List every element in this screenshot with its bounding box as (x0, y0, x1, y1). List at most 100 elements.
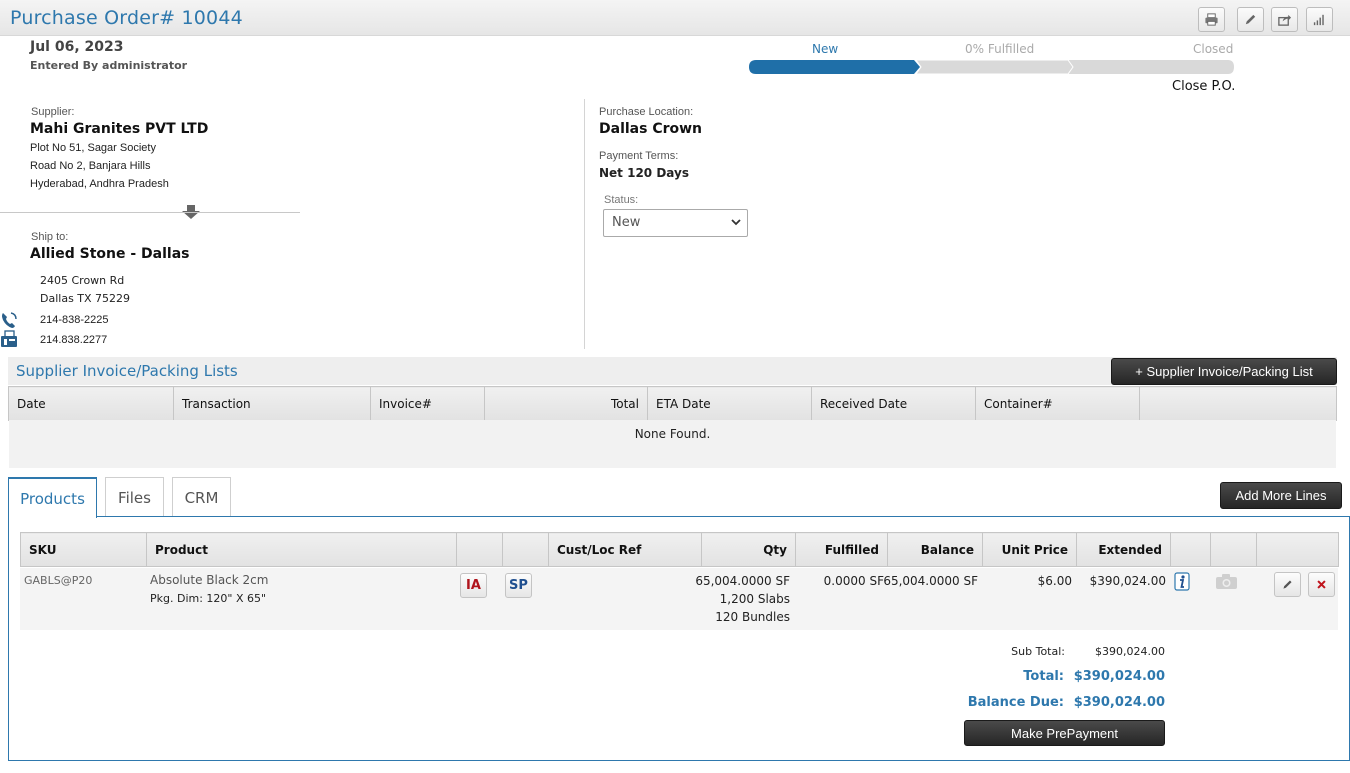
supplier-address-line: Hyderabad, Andhra Pradesh (30, 178, 169, 190)
supplier-label: Supplier: (31, 106, 75, 118)
total-value: $390,024.00 (1073, 669, 1165, 684)
fax-icon (1, 330, 17, 347)
ship-to-address-line: Dallas TX 75229 (40, 292, 131, 305)
progress-fulfilled-segment (915, 60, 1074, 74)
ship-to-address-line: 2405 Crown Rd (40, 274, 125, 287)
column-header (1210, 532, 1257, 567)
ia-button[interactable]: IA (460, 573, 487, 598)
print-button[interactable] (1198, 7, 1225, 32)
column-header[interactable]: Product (146, 532, 457, 567)
edit-line-button[interactable] (1274, 572, 1301, 597)
product-qty-bundles: 120 Bundles (715, 610, 790, 624)
delete-line-button[interactable] (1308, 572, 1335, 597)
status-select-value: New (612, 215, 641, 230)
close-po-link[interactable]: Close P.O. (1172, 79, 1235, 94)
column-header (502, 532, 549, 567)
stage-new: New (812, 42, 839, 56)
invoices-section-title: Supplier Invoice/Packing Lists (16, 362, 238, 380)
close-icon (1317, 580, 1326, 589)
entered-by: Entered By administrator (30, 59, 188, 72)
divider (0, 212, 300, 213)
info-icon[interactable] (1174, 572, 1190, 591)
add-invoice-button[interactable]: + Supplier Invoice/Packing List (1111, 358, 1337, 385)
printer-icon (1205, 13, 1218, 26)
ship-to-fax: 214.838.2277 (40, 334, 108, 346)
column-header (1256, 532, 1339, 567)
product-name[interactable]: Absolute Black 2cm (150, 573, 268, 587)
report-button[interactable] (1306, 7, 1333, 32)
chart-icon (1313, 14, 1324, 26)
progress-new-segment (749, 60, 920, 74)
phone-icon (2, 312, 17, 328)
product-pkg-dim: Pkg. Dim: 120" X 65" (150, 592, 267, 605)
invoices-table: Date Transaction Invoice# Total ETA Date… (8, 386, 1337, 421)
edit-button[interactable] (1237, 7, 1264, 32)
chevron-down-icon (731, 219, 741, 226)
column-header (1139, 386, 1337, 421)
column-header (1170, 532, 1211, 567)
column-header[interactable]: Invoice# (370, 386, 485, 421)
payment-terms: Net 120 Days (599, 166, 689, 180)
supplier-address-line: Plot No 51, Sagar Society (30, 142, 156, 154)
column-header[interactable]: Cust/Loc Ref (548, 532, 702, 567)
share-button[interactable] (1271, 7, 1298, 32)
column-header[interactable]: Qty (701, 532, 796, 567)
balance-due-label: Balance Due: (967, 695, 1064, 710)
tab-files[interactable]: Files (105, 477, 164, 517)
column-header[interactable]: Extended (1076, 532, 1171, 567)
edit-icon (1245, 14, 1256, 25)
column-header[interactable]: SKU (20, 532, 147, 567)
purchase-location: Dallas Crown (599, 121, 703, 137)
make-prepayment-button[interactable]: Make PrePayment (964, 720, 1165, 746)
payment-terms-label: Payment Terms: (599, 150, 679, 162)
ship-to-name: Allied Stone - Dallas (30, 246, 190, 262)
divider (584, 99, 585, 349)
supplier-address-line: Road No 2, Banjara Hills (30, 160, 151, 172)
status-label: Status: (604, 194, 639, 206)
sp-button-label: SP (509, 578, 528, 593)
column-header[interactable]: ETA Date (647, 386, 812, 421)
edit-icon (1283, 580, 1292, 589)
column-header[interactable]: Transaction (173, 386, 371, 421)
table-header-row: Date Transaction Invoice# Total ETA Date… (8, 386, 1337, 421)
column-header[interactable]: Balance (887, 532, 983, 567)
tab-products[interactable]: Products (8, 477, 97, 518)
stage-fulfilled: 0% Fulfilled (965, 42, 1035, 56)
total-label: Total: (1023, 669, 1064, 684)
tab-crm[interactable]: CRM (172, 477, 231, 517)
column-header[interactable]: Fulfilled (795, 532, 888, 567)
share-icon (1278, 14, 1292, 26)
column-header[interactable]: Unit Price (982, 532, 1077, 567)
balance-due-value: $390,024.00 (1073, 695, 1165, 710)
product-qty-slabs: 1,200 Slabs (719, 592, 790, 606)
empty-message: None Found. (9, 420, 1336, 468)
table-header-row: SKU Product Cust/Loc Ref Qty Fulfilled B… (20, 532, 1339, 567)
ship-to-phone: 214-838-2225 (40, 314, 109, 326)
stage-closed: Closed (1193, 42, 1234, 56)
supplier-name: Mahi Granites PVT LTD (30, 121, 209, 137)
add-more-lines-button[interactable]: Add More Lines (1220, 482, 1342, 509)
page-title: Purchase Order# 10044 (10, 7, 243, 29)
order-date: Jul 06, 2023 (30, 39, 124, 55)
product-sku: GABLS@P20 (24, 574, 93, 587)
product-qty-sf: 65,004.0000 SF (695, 574, 790, 588)
column-header[interactable]: Received Date (811, 386, 976, 421)
product-unit-price: $6.00 (1037, 574, 1072, 588)
products-table: SKU Product Cust/Loc Ref Qty Fulfilled B… (20, 532, 1339, 567)
column-header[interactable]: Container# (975, 386, 1140, 421)
ia-button-label: IA (466, 578, 481, 593)
subtotal-label: Sub Total: (1011, 645, 1065, 658)
subtotal-value: $390,024.00 (1095, 645, 1165, 658)
status-progress-bar (749, 60, 1234, 74)
purchase-location-label: Purchase Location: (599, 106, 694, 118)
status-select[interactable]: New (603, 209, 748, 237)
progress-closed-segment (1068, 60, 1234, 74)
column-header[interactable]: Total (484, 386, 648, 421)
camera-icon[interactable] (1215, 573, 1238, 590)
product-balance: 65,004.0000 SF (883, 574, 978, 588)
column-header[interactable]: Date (8, 386, 174, 421)
ship-to-label: Ship to: (31, 231, 69, 243)
product-extended: $390,024.00 (1089, 574, 1166, 588)
sp-button[interactable]: SP (505, 573, 532, 598)
column-header (456, 532, 503, 567)
